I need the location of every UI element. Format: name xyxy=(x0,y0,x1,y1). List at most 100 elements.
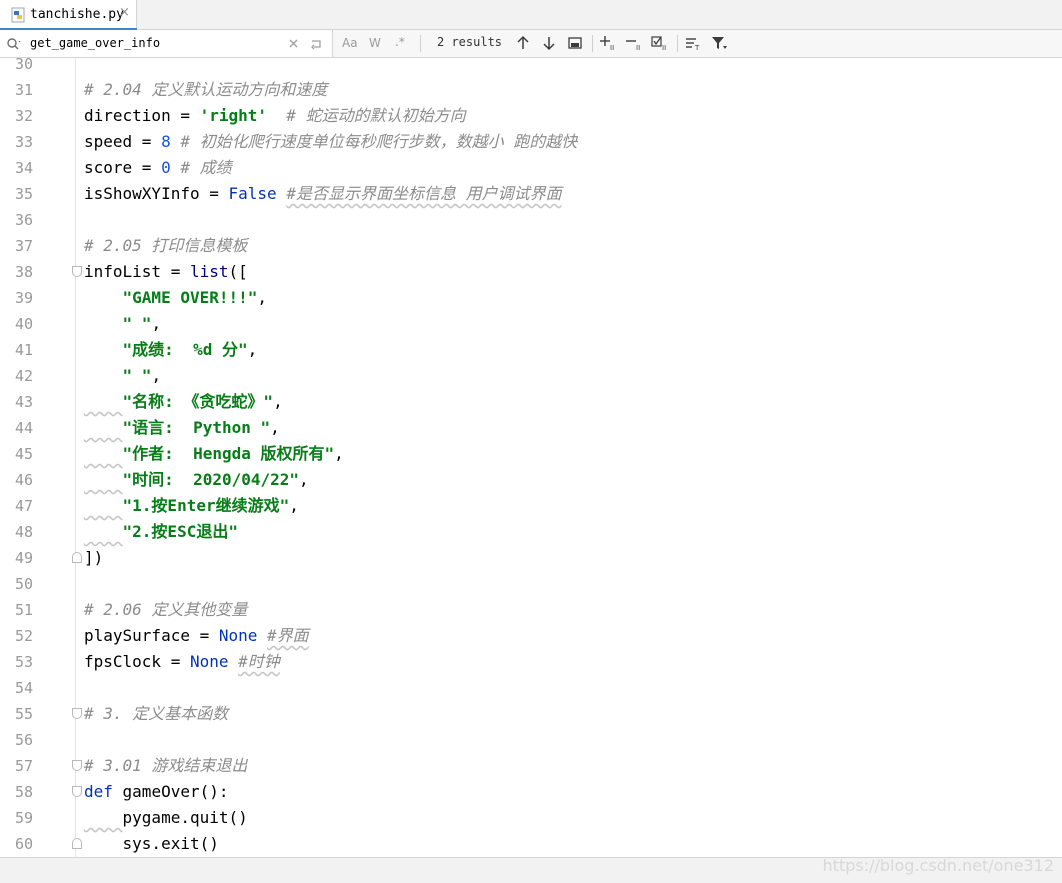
line-number: 51 xyxy=(14,601,33,619)
code-line: 36 xyxy=(0,207,1062,233)
line-number: 44 xyxy=(14,419,33,437)
editor-tab-bar: tanchishe.py × xyxy=(0,0,1062,31)
code-line: 38 infoList = list([ xyxy=(0,259,1062,285)
code-text: "GAME OVER!!!", xyxy=(122,288,268,307)
toolbar-separator xyxy=(420,35,421,52)
funnel-icon[interactable] xyxy=(710,34,728,52)
line-number: 42 xyxy=(14,367,33,385)
code-text: "成绩: %d 分", xyxy=(122,340,258,359)
code-text: # 3.01 游戏结束退出 xyxy=(84,756,248,775)
line-number: 55 xyxy=(14,705,33,723)
fold-start-icon[interactable] xyxy=(72,708,82,719)
prev-occurrence-icon[interactable] xyxy=(514,34,532,52)
regex-icon[interactable]: .* xyxy=(395,35,405,49)
line-number: 39 xyxy=(14,289,33,307)
code-text: "2.按ESC退出" xyxy=(122,522,238,541)
code-line: 51 # 2.06 定义其他变量 xyxy=(0,597,1062,623)
line-number: 31 xyxy=(14,81,33,99)
fold-start-icon[interactable] xyxy=(72,266,82,277)
line-number: 43 xyxy=(14,393,33,411)
code-line: 52 playSurface = None #界面 xyxy=(0,623,1062,649)
code-line: 48 "2.按ESC退出" xyxy=(0,519,1062,545)
add-selection-icon[interactable]: II xyxy=(599,34,617,52)
code-text: # 2.04 定义默认运动方向和速度 xyxy=(84,80,328,99)
svg-text:T: T xyxy=(694,44,700,52)
next-occurrence-icon[interactable] xyxy=(540,34,558,52)
fold-start-icon[interactable] xyxy=(72,786,82,797)
code-line: 49 ]) xyxy=(0,545,1062,571)
line-number: 57 xyxy=(14,757,33,775)
line-number: 40 xyxy=(14,315,33,333)
python-file-icon xyxy=(11,7,25,23)
code-line: 31 # 2.04 定义默认运动方向和速度 xyxy=(0,77,1062,103)
line-number: 33 xyxy=(14,133,33,151)
code-line: 39 "GAME OVER!!!", xyxy=(0,285,1062,311)
search-field xyxy=(0,30,333,57)
fold-start-icon[interactable] xyxy=(72,760,82,771)
code-line: 34 score = 0 # 成绩 xyxy=(0,155,1062,181)
code-line: 42 " ", xyxy=(0,363,1062,389)
line-number: 59 xyxy=(14,809,33,827)
line-number: 46 xyxy=(14,471,33,489)
select-all-occurrences-icon[interactable]: II xyxy=(651,34,669,52)
line-number: 50 xyxy=(14,575,33,593)
code-line: 43 "名称: 《贪吃蛇》", xyxy=(0,389,1062,415)
line-number: 45 xyxy=(14,445,33,463)
watermark: https://blog.csdn.net/one312 xyxy=(822,856,1054,875)
whole-words-icon[interactable]: W xyxy=(369,36,381,50)
line-number: 32 xyxy=(14,107,33,125)
search-input[interactable] xyxy=(30,33,275,53)
line-number: 30 xyxy=(14,58,33,73)
match-case-icon[interactable]: Aa xyxy=(342,36,358,50)
code-text: "作者: Hengda 版权所有", xyxy=(122,444,344,463)
line-number: 47 xyxy=(14,497,33,515)
code-line: 35 isShowXYInfo = False #是否显示界面坐标信息 用户调试… xyxy=(0,181,1062,207)
clear-icon[interactable] xyxy=(285,35,303,53)
line-number: 37 xyxy=(14,237,33,255)
fold-end-icon[interactable] xyxy=(72,838,82,849)
code-text: "1.按Enter继续游戏", xyxy=(122,496,299,515)
fold-end-icon[interactable] xyxy=(72,552,82,563)
code-line: 45 "作者: Hengda 版权所有", xyxy=(0,441,1062,467)
code-line: 30 xyxy=(0,58,1062,77)
code-text: "时间: 2020/04/22", xyxy=(122,470,309,489)
code-line: 53 fpsClock = None #时钟 xyxy=(0,649,1062,675)
svg-text:II: II xyxy=(636,44,640,52)
code-line: 44 "语言: Python ", xyxy=(0,415,1062,441)
line-number: 54 xyxy=(14,679,33,697)
line-number: 34 xyxy=(14,159,33,177)
history-icon[interactable] xyxy=(308,35,326,53)
select-all-icon[interactable] xyxy=(566,34,584,52)
code-line: 41 "成绩: %d 分", xyxy=(0,337,1062,363)
remove-selection-icon[interactable]: II xyxy=(625,34,643,52)
toolbar-separator xyxy=(592,35,593,52)
code-line: 37 # 2.05 打印信息模板 xyxy=(0,233,1062,259)
search-results-count: 2 results xyxy=(437,35,503,49)
code-editor[interactable]: 30 31 # 2.04 定义默认运动方向和速度 32 direction = … xyxy=(0,58,1062,857)
code-text: # 2.06 定义其他变量 xyxy=(84,600,248,619)
code-line: 58 def gameOver(): xyxy=(0,779,1062,805)
code-text: fpsClock = None #时钟 xyxy=(84,652,280,671)
code-text: def gameOver(): xyxy=(84,782,229,801)
line-number: 60 xyxy=(14,835,33,853)
find-bar: Aa W .* 2 results II II II T xyxy=(0,30,1062,58)
code-text: " ", xyxy=(122,366,162,385)
code-text: # 2.05 打印信息模板 xyxy=(84,236,248,255)
line-number: 36 xyxy=(14,211,33,229)
filter-icon[interactable]: T xyxy=(684,34,702,52)
code-line: 46 "时间: 2020/04/22", xyxy=(0,467,1062,493)
file-tab[interactable]: tanchishe.py × xyxy=(0,0,137,31)
code-text: ]) xyxy=(84,548,104,567)
code-line: 59 pygame.quit() xyxy=(0,805,1062,831)
code-line: 56 xyxy=(0,727,1062,753)
line-number: 35 xyxy=(14,185,33,203)
close-icon[interactable]: × xyxy=(119,5,130,20)
code-text: pygame.quit() xyxy=(122,808,248,827)
line-number: 48 xyxy=(14,523,33,541)
line-number: 41 xyxy=(14,341,33,359)
svg-text:II: II xyxy=(662,44,666,52)
toolbar-separator xyxy=(677,35,678,52)
line-number: 49 xyxy=(14,549,33,567)
search-icon[interactable] xyxy=(6,37,22,51)
code-text: "语言: Python ", xyxy=(122,418,280,437)
